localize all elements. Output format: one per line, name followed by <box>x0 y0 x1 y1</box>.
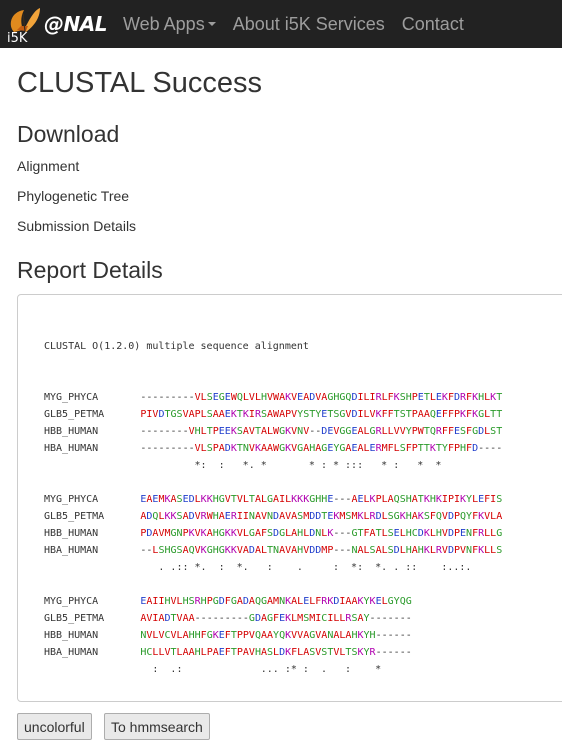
alignment-block-1-row-4-name: HBA_HUMAN <box>44 443 99 454</box>
alignment-block-3-row-3-sequence: NVLVCVLAHHFGKEFTPPVQAAYQKVVAGVANALAHKYH-… <box>140 630 412 641</box>
alignment-block-1-row-4-sequence: ---------VLSPADKTNVKAAWGKVGAHAGEYGAEALER… <box>140 443 503 454</box>
alignment-block-1-row-3-name: HBB_HUMAN <box>44 426 99 437</box>
alignment-block-1-row-2-name: GLB5_PETMA <box>44 409 105 420</box>
alignment-block-3-row-4-sequence: HCLLVTLAAHLPAEFTPAVHASLDKFLASVSTVLTSKYR-… <box>140 647 412 658</box>
nav-web-apps-dropdown[interactable]: Web Apps <box>123 14 216 35</box>
alignment-block-3-row-1-sequence: EAIIHVLHSRHPGDFGADAQGAMNKALELFRKDIAAKYKE… <box>140 596 412 607</box>
alignment-block-2-row-3-name: HBB_HUMAN <box>44 528 99 539</box>
alignment-block-3-consensus: : .: ... :* : . : * <box>140 664 382 675</box>
to-hmmsearch-button[interactable]: To hmmsearch <box>104 713 210 740</box>
alignment-block-3-row-1-name: MYG_PHYCA <box>44 596 99 607</box>
download-submission-details-link[interactable]: Submission Details <box>17 218 136 234</box>
alignment-block-1-row-1-name: MYG_PHYCA <box>44 392 99 403</box>
nav-contact-label: Contact <box>401 13 464 34</box>
alignment-block-2-row-4-name: HBA_HUMAN <box>44 545 99 556</box>
alignment-block-3-row-2-name: GLB5_PETMA <box>44 613 105 624</box>
navbar: i5K @NAL Web Apps About i5K Services Con… <box>0 0 562 48</box>
download-phylogenetic-tree-link[interactable]: Phylogenetic Tree <box>17 188 129 204</box>
alignment-block-2-row-1-name: MYG_PHYCA <box>44 494 99 505</box>
download-alignment-link[interactable]: Alignment <box>17 158 79 174</box>
alignment-block-1-row-3-sequence: --------VHLTPEEKSAVTALWGKVNV--DEVGGEALGR… <box>140 426 503 437</box>
caret-down-icon <box>207 22 216 26</box>
alignment-block-2-row-1-sequence: EAEMKASEDLKKHGVTVLTALGAILKKKGHHE---AELKP… <box>140 494 503 505</box>
alignment-block-2-row-3-sequence: PDAVMGNPKVKAHGKKVLGAFSDGLAHLDNLK---GTFAT… <box>140 528 503 539</box>
nav-about-label: About i5K Services <box>232 13 385 34</box>
nav-web-apps-label: Web Apps <box>122 13 205 34</box>
butterfly-logo-icon: i5K <box>7 8 40 44</box>
alignment-block-1-consensus: *: : *. * * : * ::: * : * * <box>140 460 442 471</box>
alignment-header: CLUSTAL O(1.2.0) multiple sequence align… <box>44 341 309 352</box>
alignment-block-3-row-3-name: HBB_HUMAN <box>44 630 99 641</box>
nav-about-i5k-services[interactable]: About i5K Services <box>233 14 385 35</box>
alignment-block-2-row-4-sequence: --LSHGSAQVKGHGKKVADALTNAVAHVDDMP---NALSA… <box>140 545 503 556</box>
page-title: CLUSTAL Success <box>17 67 262 99</box>
alignment-block-2-row-2-sequence: ADQLKKSADVRWHAERIINAVNDAVASMDDTEKMSMKLRD… <box>140 511 503 522</box>
download-heading: Download <box>17 121 120 147</box>
alignment-block-2-consensus: . .:: *. : *. : . : *: *. . :: :..:. <box>140 562 472 573</box>
alignment-block-1-row-1-sequence: ---------VLSEGEWQLVLHVWAKVEADVAGHGQDILIR… <box>140 392 503 403</box>
nav-contact[interactable]: Contact <box>402 14 464 35</box>
alignment-block-3-row-2-sequence: AVIADTVAA---------GDAGFEKLMSMICILLRSAY--… <box>140 613 412 624</box>
alignment-block-1-row-2-sequence: PIVDTGSVAPLSAAEKTKIRSAWAPVYSTYETSGVDILVK… <box>140 409 503 420</box>
alignment-report-box: CLUSTAL O(1.2.0) multiple sequence align… <box>17 294 562 702</box>
brand-prefix: i5K <box>7 31 28 44</box>
brand-name: @NAL <box>44 12 107 36</box>
alignment-block-2-row-2-name: GLB5_PETMA <box>44 511 105 522</box>
alignment-block-3-row-4-name: HBA_HUMAN <box>44 647 99 658</box>
uncolorful-button[interactable]: uncolorful <box>17 713 92 740</box>
alignment-text: CLUSTAL O(1.2.0) multiple sequence align… <box>44 338 502 678</box>
report-details-heading: Report Details <box>17 257 163 283</box>
brand-logo-link[interactable]: i5K @NAL <box>0 0 107 48</box>
